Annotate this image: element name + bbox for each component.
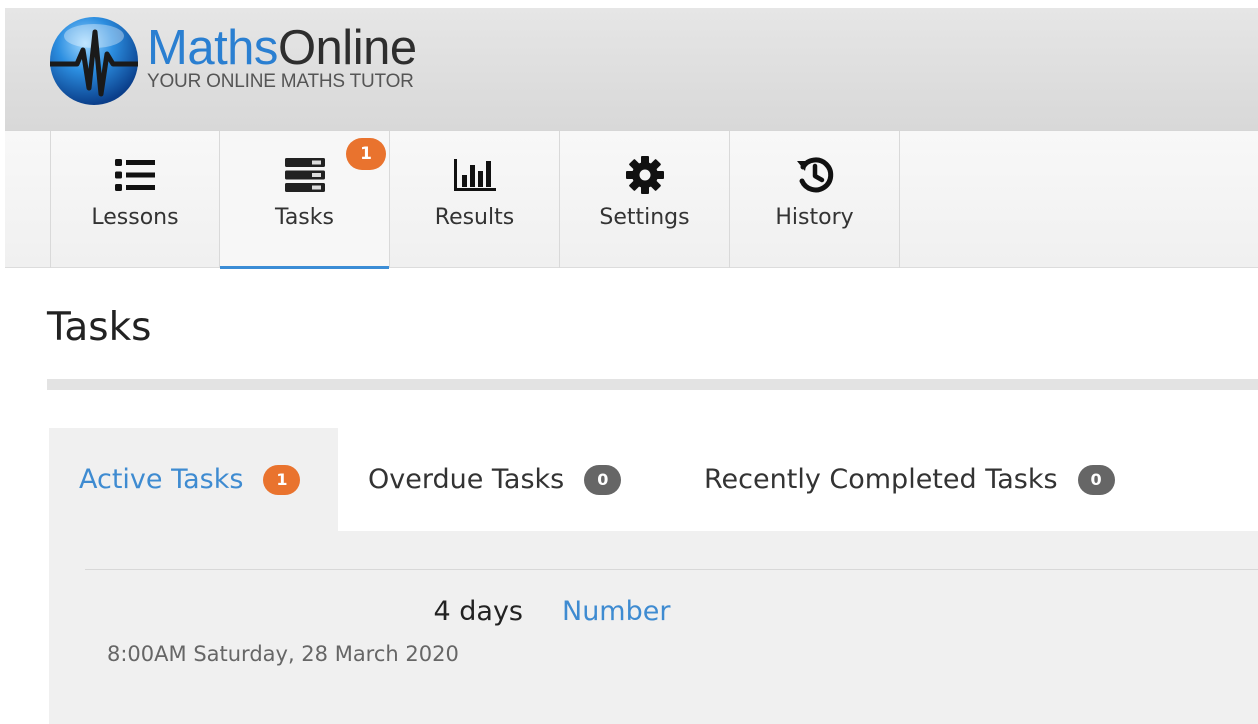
task-subject-link[interactable]: Number xyxy=(562,596,670,627)
nav-label-results: Results xyxy=(434,205,515,230)
nav-label-tasks: Tasks xyxy=(275,205,334,230)
tasks-count-badge: 1 xyxy=(346,138,386,170)
bar-chart-icon xyxy=(453,153,497,197)
task-tabs: Active Tasks 1 Overdue Tasks 0 Recently … xyxy=(49,428,1258,531)
completed-tasks-count-badge: 0 xyxy=(1077,464,1115,495)
mathsonline-logo[interactable]: MathsOnline YOUR ONLINE MATHS TUTOR xyxy=(47,14,417,110)
tab-active-tasks[interactable]: Active Tasks 1 xyxy=(49,428,338,531)
nav-item-results[interactable]: Results xyxy=(390,131,560,268)
nav-label-lessons: Lessons xyxy=(91,205,179,230)
list-icon xyxy=(113,153,157,197)
overdue-tasks-count-badge: 0 xyxy=(584,464,622,495)
task-due-in: 4 days xyxy=(433,596,524,627)
tab-label-recently-completed: Recently Completed Tasks xyxy=(704,464,1058,495)
task-due-date: 8:00AM Saturday, 28 March 2020 xyxy=(107,642,459,666)
tab-recently-completed-tasks[interactable]: Recently Completed Tasks 0 xyxy=(674,428,1174,531)
nav-label-history: History xyxy=(775,205,854,230)
nav-label-settings: Settings xyxy=(599,205,690,230)
tab-overdue-tasks[interactable]: Overdue Tasks 0 xyxy=(338,428,674,531)
globe-heartbeat-icon xyxy=(50,17,138,105)
tab-label-active: Active Tasks xyxy=(79,464,244,495)
page-title: Tasks xyxy=(47,305,152,350)
history-icon xyxy=(793,153,837,197)
main-nav: Lessons Tasks 1 Results Settings History xyxy=(5,130,1258,269)
task-list-divider xyxy=(85,569,1258,570)
brand-tagline: YOUR ONLINE MATHS TUTOR xyxy=(147,71,414,92)
brand-name: MathsOnline xyxy=(147,22,417,74)
nav-item-lessons[interactable]: Lessons xyxy=(50,131,220,268)
tasks-panel: Active Tasks 1 Overdue Tasks 0 Recently … xyxy=(49,428,1258,724)
tab-label-overdue: Overdue Tasks xyxy=(368,464,565,495)
nav-item-tasks[interactable]: Tasks 1 xyxy=(220,131,390,269)
gear-icon xyxy=(623,153,667,197)
nav-item-history[interactable]: History xyxy=(730,131,900,268)
brand-name-maths: Maths xyxy=(147,21,278,75)
site-header: MathsOnline YOUR ONLINE MATHS TUTOR xyxy=(5,8,1258,130)
brand-name-online: Online xyxy=(277,21,417,75)
tasks-icon xyxy=(283,153,327,197)
title-divider xyxy=(47,379,1258,390)
nav-item-settings[interactable]: Settings xyxy=(560,131,730,268)
active-tasks-count-badge: 1 xyxy=(263,464,301,495)
